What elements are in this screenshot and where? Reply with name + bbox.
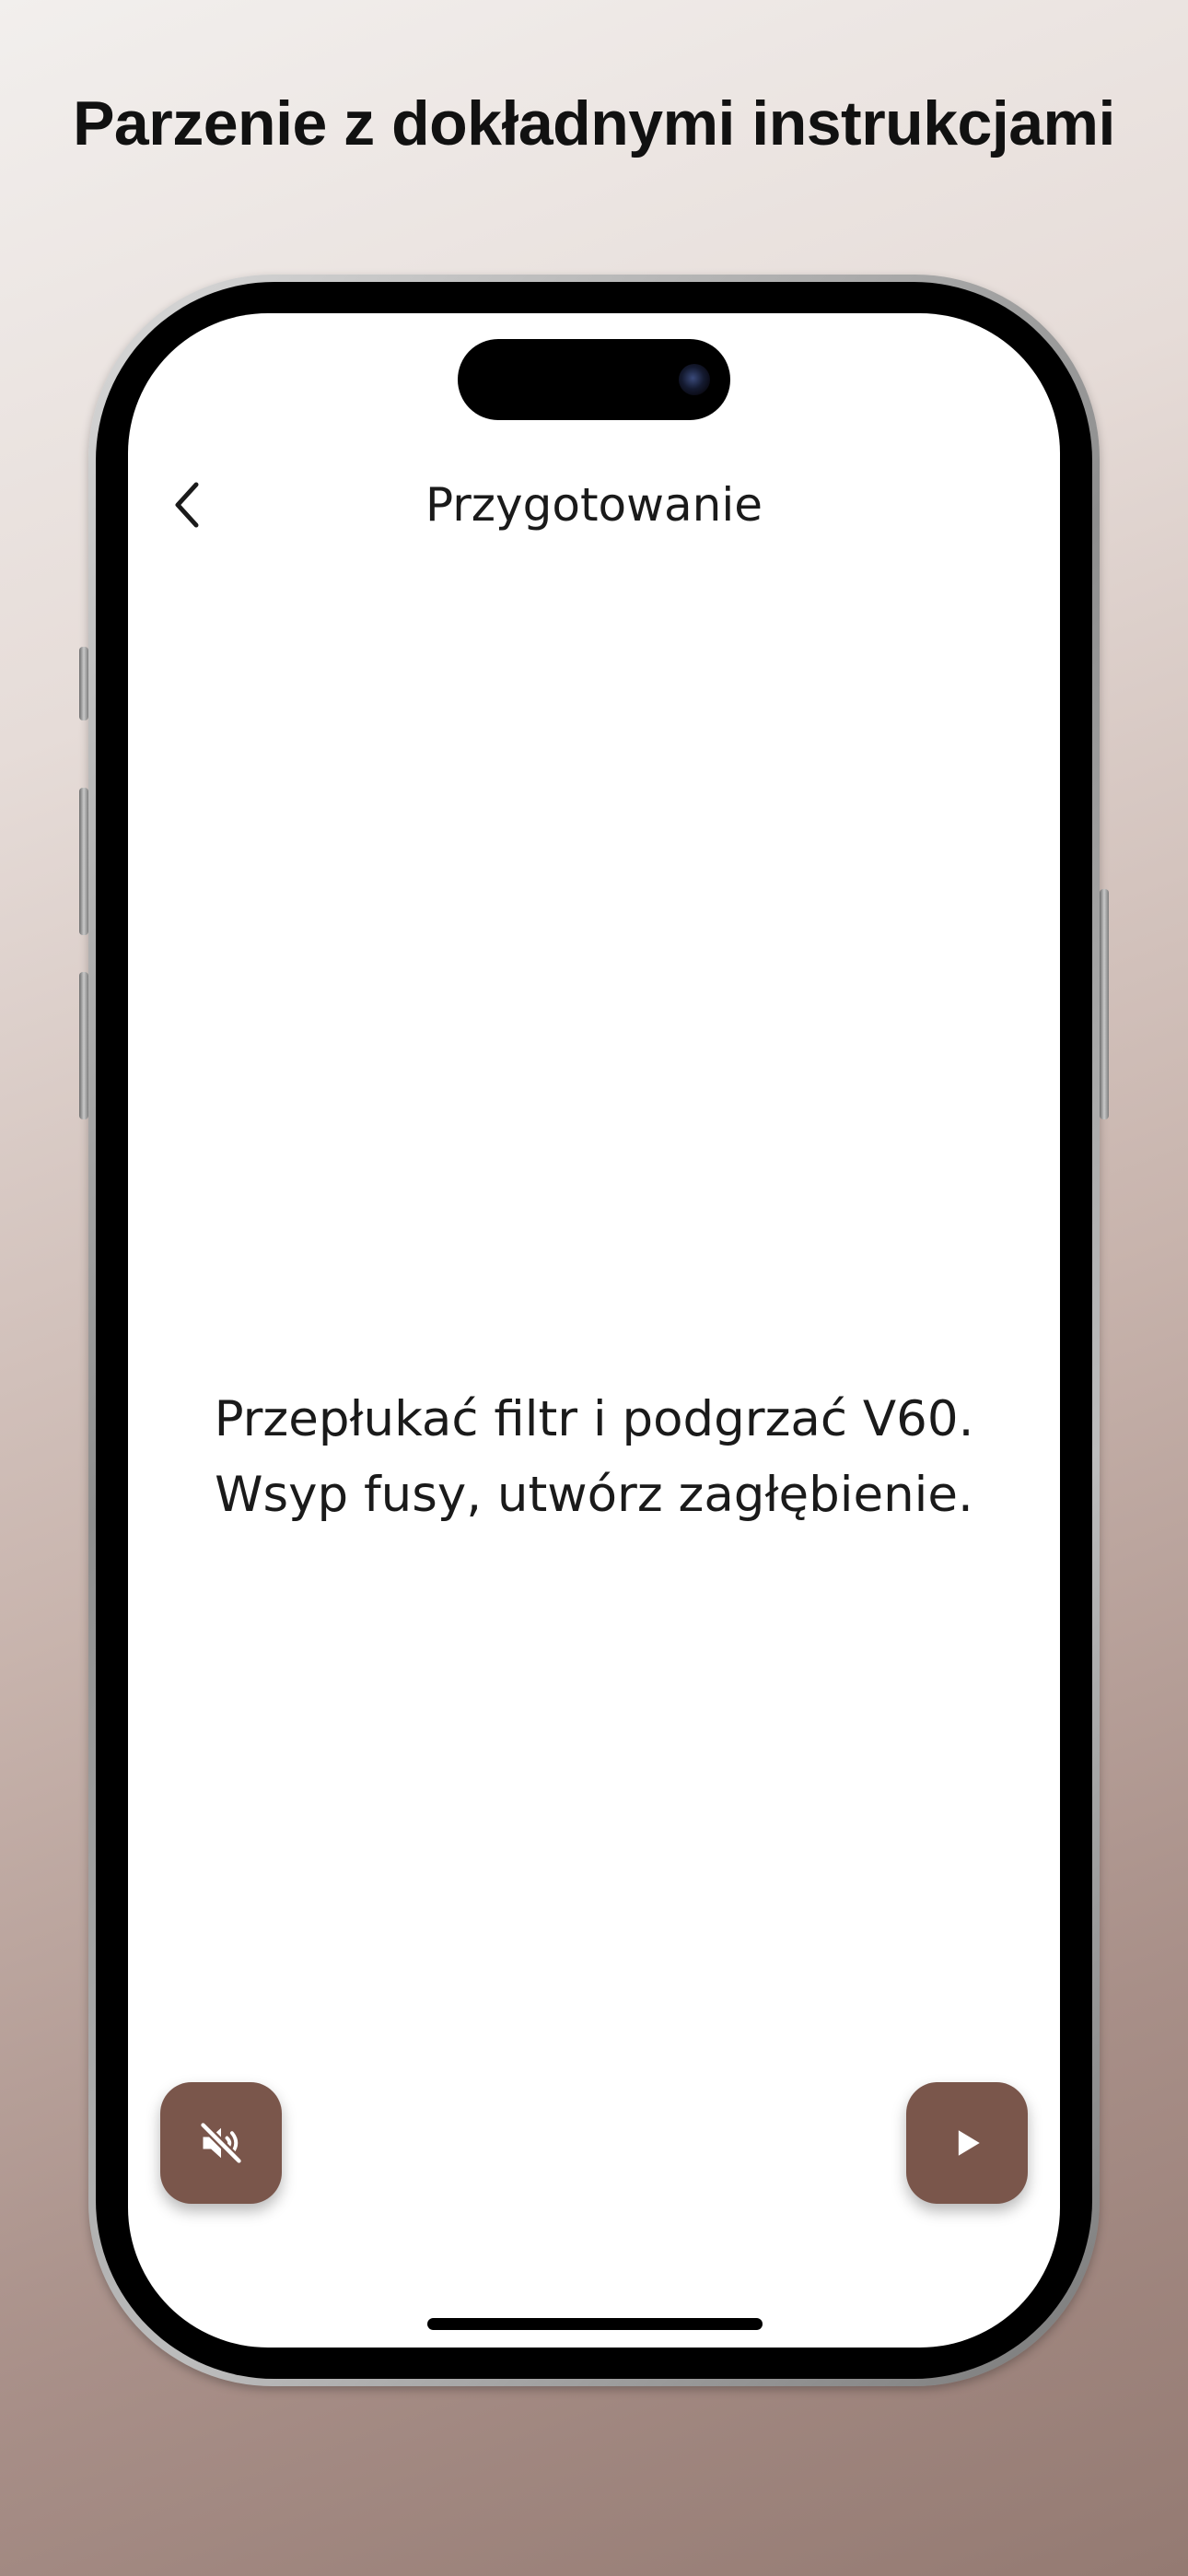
phone-action-button bbox=[79, 647, 88, 720]
home-indicator[interactable] bbox=[427, 2318, 763, 2330]
front-camera bbox=[679, 364, 710, 395]
play-icon bbox=[958, 2130, 980, 2156]
phone-volume-down-button bbox=[79, 972, 88, 1119]
speaker-muted-icon bbox=[198, 2120, 244, 2166]
screen-title: Przygotowanie bbox=[425, 478, 763, 532]
app-screen: Przygotowanie Przepłukać filtr i podgrza… bbox=[128, 313, 1060, 2348]
mute-button[interactable] bbox=[160, 2082, 282, 2204]
phone-power-button bbox=[1100, 889, 1109, 1119]
phone-volume-up-button bbox=[79, 788, 88, 935]
marketing-headline: Parzenie z dokładnymi instrukcjami bbox=[73, 88, 1115, 158]
instruction-line: Przepłukać filtr i podgrzać V60. bbox=[214, 1391, 974, 1447]
instruction-text: Przepłukać filtr i podgrzać V60. Wsyp fu… bbox=[165, 1382, 1023, 1533]
instruction-line: Wsyp fusy, utwórz zagłębienie. bbox=[215, 1467, 973, 1523]
dynamic-island bbox=[458, 339, 730, 420]
play-button[interactable] bbox=[906, 2082, 1028, 2204]
